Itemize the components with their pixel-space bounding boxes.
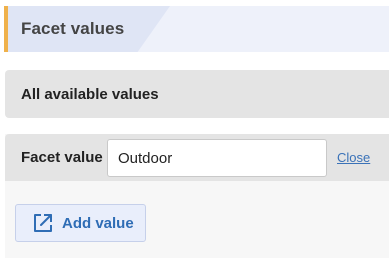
facet-values-header: Facet values	[4, 6, 389, 52]
facet-values-panel: Facet values All available values Facet …	[0, 0, 389, 258]
add-value-button[interactable]: Add value	[15, 204, 146, 242]
facet-value-label: Facet value	[21, 149, 103, 166]
add-value-label: Add value	[62, 215, 134, 232]
section-title: Facet values	[21, 19, 125, 38]
header-accent-bar	[4, 6, 8, 52]
facet-value-editor: Facet value Close Add value	[5, 134, 389, 258]
close-link[interactable]: Close	[337, 150, 370, 165]
all-available-values-label: All available values	[21, 86, 159, 103]
all-available-values-bar[interactable]: All available values	[5, 70, 389, 118]
facet-value-input[interactable]	[107, 139, 327, 177]
external-link-icon	[34, 214, 52, 232]
facet-value-row: Facet value Close	[5, 134, 389, 181]
